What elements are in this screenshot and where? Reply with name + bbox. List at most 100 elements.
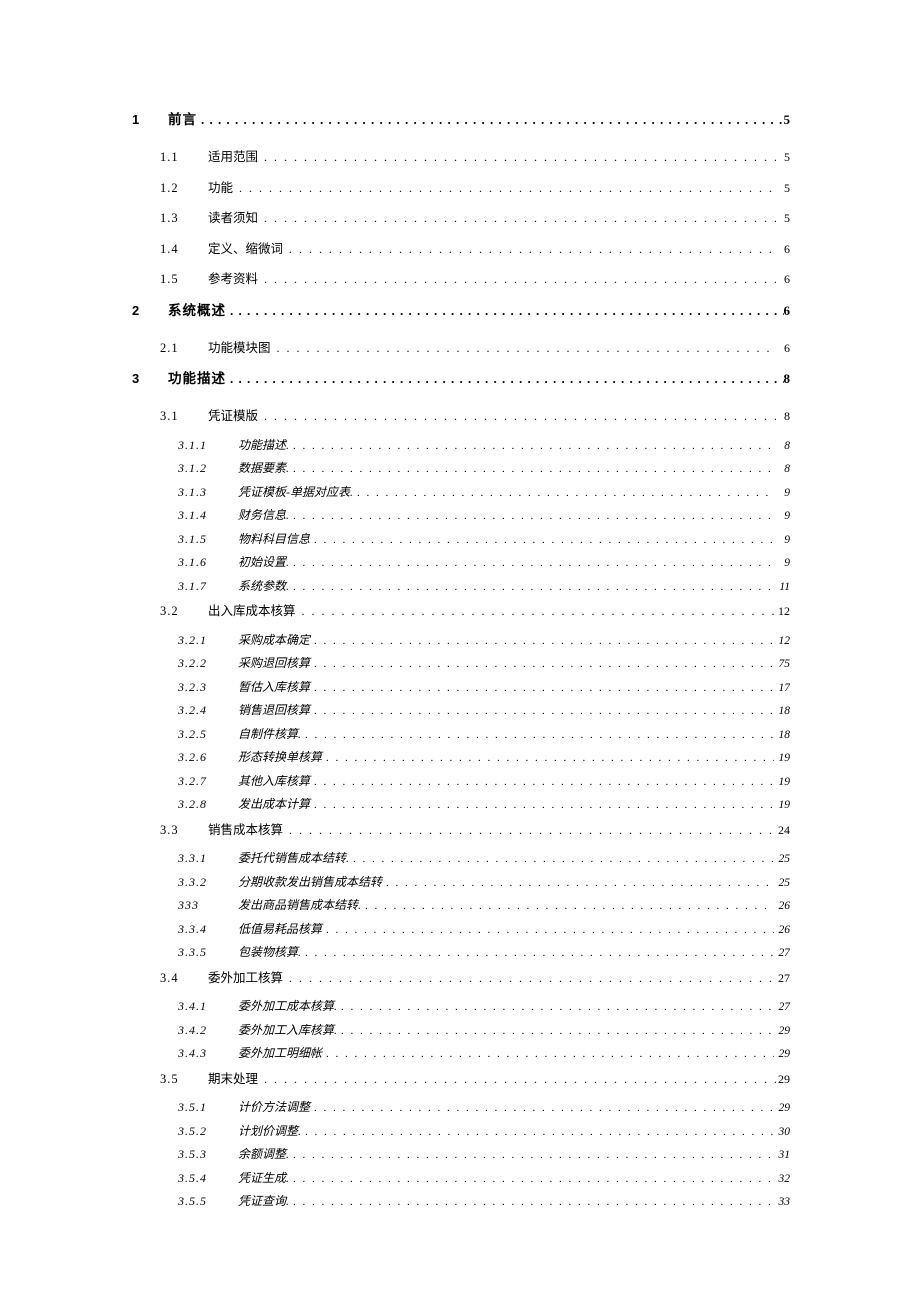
toc-entry-number: 3.2.6 [178, 750, 238, 765]
toc-entry-number: 1.5 [160, 272, 208, 287]
toc-entry: 1.5参考资料. . . . . . . . . . . . . . . . .… [160, 268, 790, 287]
toc-leader-dots: . . . . . . . . . . . . . . . . . . . . … [353, 853, 774, 865]
toc-entry-page: 24 [776, 823, 790, 838]
toc-entry-title: 定义、缩微词 [208, 238, 283, 257]
toc-entry-page: 26 [774, 924, 790, 936]
toc-leader-dots: . . . . . . . . . . . . . . . . . . . . … [341, 1025, 774, 1037]
toc-entry-title: 自制件核算. [238, 725, 301, 742]
toc-entry: 333发出商品销售成本结转.. . . . . . . . . . . . . … [178, 896, 790, 913]
toc-entry-page: 31 [774, 1149, 790, 1161]
toc-entry: 3.2.2采购退回核算. . . . . . . . . . . . . . .… [178, 654, 790, 671]
toc-entry-number: 3.4.1 [178, 999, 238, 1014]
toc-entry-title: 发出成本计算 [238, 795, 310, 812]
toc-entry-page: 18 [774, 729, 790, 741]
toc-entry-title: 系统参数. [238, 577, 289, 594]
toc-entry: 3功能描述. . . . . . . . . . . . . . . . . .… [130, 367, 790, 387]
toc-entry-page: 8 [784, 371, 791, 387]
toc-entry-number: 3.2.7 [178, 774, 238, 789]
toc-entry-title: 委外加工成本核算. [238, 997, 337, 1014]
toc-leader-dots: . . . . . . . . . . . . . . . . . . . . … [326, 924, 774, 936]
toc-entry: 1前言. . . . . . . . . . . . . . . . . . .… [130, 108, 790, 128]
toc-entry-page: 19 [774, 776, 790, 788]
toc-entry-number: 3.5.5 [178, 1194, 238, 1209]
toc-entry-title: 委外加工入库核算. [238, 1021, 337, 1038]
toc-leader-dots: . . . . . . . . . . . . . . . . . . . . … [341, 1001, 774, 1013]
toc-entry: 2.1功能模块图. . . . . . . . . . . . . . . . … [160, 337, 790, 356]
toc-entry-page: 29 [774, 1025, 790, 1037]
toc-entry: 3.2出入库成本核算. . . . . . . . . . . . . . . … [160, 600, 790, 619]
toc-entry-number: 3.3.4 [178, 922, 238, 937]
toc-entry-page: 6 [776, 242, 790, 257]
toc-entry-number: 3.2.8 [178, 797, 238, 812]
toc-entry-number: 333 [178, 898, 238, 913]
toc-entry-number: 3 [130, 371, 168, 386]
toc-entry-page: 27 [774, 947, 790, 959]
toc-entry: 1.4定义、缩微词. . . . . . . . . . . . . . . .… [160, 238, 790, 257]
toc-leader-dots: . . . . . . . . . . . . . . . . . . . . … [293, 581, 774, 593]
toc-entry-number: 3.3.5 [178, 945, 238, 960]
toc-leader-dots: . . . . . . . . . . . . . . . . . . . . … [293, 1149, 774, 1161]
toc-entry-title: 物料科目信息 [238, 530, 310, 547]
toc-entry-title: 初始设置. [238, 553, 289, 570]
toc-leader-dots: . . . . . . . . . . . . . . . . . . . . … [277, 341, 776, 356]
toc-entry: 3.2.5自制件核算.. . . . . . . . . . . . . . .… [178, 725, 790, 742]
toc-leader-dots: . . . . . . . . . . . . . . . . . . . . … [305, 947, 774, 959]
toc-entry: 3.2.7其他入库核算. . . . . . . . . . . . . . .… [178, 772, 790, 789]
toc-leader-dots: . . . . . . . . . . . . . . . . . . . . … [305, 1126, 774, 1138]
toc-entry-number: 3.1.1 [178, 438, 238, 453]
toc-leader-dots: . . . . . . . . . . . . . . . . . . . . … [201, 112, 784, 128]
toc-entry-number: 3.3 [160, 823, 208, 838]
toc-entry-number: 3.4 [160, 971, 208, 986]
toc-leader-dots: . . . . . . . . . . . . . . . . . . . . … [289, 971, 776, 986]
toc-entry: 3.3.4低值易耗品核算. . . . . . . . . . . . . . … [178, 920, 790, 937]
toc-entry-title: 采购成本确定 [238, 631, 310, 648]
toc-leader-dots: . . . . . . . . . . . . . . . . . . . . … [314, 534, 774, 546]
toc-entry-number: 3.5.3 [178, 1147, 238, 1162]
toc-entry-title: 期末处理 [208, 1068, 258, 1087]
toc-entry-number: 3.1.6 [178, 555, 238, 570]
toc-entry-number: 2 [130, 303, 168, 318]
toc-entry: 1.1适用范围. . . . . . . . . . . . . . . . .… [160, 146, 790, 165]
toc-entry-title: 适用范围 [208, 146, 258, 165]
toc-entry-page: 33 [774, 1196, 790, 1208]
toc-entry-number: 3.5 [160, 1072, 208, 1087]
toc-entry-number: 3.4.3 [178, 1046, 238, 1061]
toc-entry-title: 凭证模板-单据对应表. [238, 483, 353, 500]
toc-entry-title: 发出商品销售成本结转. [238, 896, 361, 913]
toc-leader-dots: . . . . . . . . . . . . . . . . . . . . … [314, 776, 774, 788]
toc-entry-page: 27 [774, 1001, 790, 1013]
toc-entry-title: 余额调整. [238, 1145, 289, 1162]
toc-entry-title: 分期收款发出销售成本结转 [238, 873, 382, 890]
toc-leader-dots: . . . . . . . . . . . . . . . . . . . . … [314, 705, 774, 717]
toc-entry: 3.1.4财务信息.. . . . . . . . . . . . . . . … [178, 506, 790, 523]
toc-entry-title: 形态转换单核算 [238, 748, 322, 765]
toc-entry-number: 3.5.2 [178, 1124, 238, 1139]
toc-leader-dots: . . . . . . . . . . . . . . . . . . . . … [264, 1072, 776, 1087]
toc-entry: 3.2.1采购成本确定. . . . . . . . . . . . . . .… [178, 631, 790, 648]
toc-entry-title: 委外加工明细帐 [238, 1044, 322, 1061]
toc-entry-page: 29 [776, 1072, 790, 1087]
toc-entry: 3.3.1委托代销售成本结转.. . . . . . . . . . . . .… [178, 849, 790, 866]
toc-entry-number: 3.2.3 [178, 680, 238, 695]
toc-entry-number: 3.3.2 [178, 875, 238, 890]
toc-leader-dots: . . . . . . . . . . . . . . . . . . . . … [314, 682, 774, 694]
toc-entry-title: 功能模块图 [208, 337, 271, 356]
toc-entry-page: 6 [776, 272, 790, 287]
toc-leader-dots: . . . . . . . . . . . . . . . . . . . . … [293, 557, 774, 569]
toc-entry-title: 数据要素. [238, 459, 289, 476]
toc-entry-number: 3.1.4 [178, 508, 238, 523]
toc-entry: 3.1.1功能描述.. . . . . . . . . . . . . . . … [178, 436, 790, 453]
toc-entry-title: 凭证模版 [208, 405, 258, 424]
toc-entry-title: 功能 [208, 177, 233, 196]
toc-entry-title: 前言 [168, 108, 197, 128]
toc-entry-page: 5 [776, 211, 790, 226]
toc-entry-number: 3.2.2 [178, 656, 238, 671]
toc-entry-page: 8 [774, 440, 790, 452]
toc-entry: 3.1.6初始设置. . . . . . . . . . . . . . . . … [178, 553, 790, 570]
toc-entry: 3.4委外加工核算. . . . . . . . . . . . . . . .… [160, 967, 790, 986]
table-of-contents: 1前言. . . . . . . . . . . . . . . . . . .… [130, 108, 790, 1209]
toc-entry-title: 采购退回核算 [238, 654, 310, 671]
toc-entry-page: 29 [774, 1102, 790, 1114]
toc-entry-page: 12 [774, 635, 790, 647]
toc-entry: 3.3.5包装物核算.. . . . . . . . . . . . . . .… [178, 943, 790, 960]
